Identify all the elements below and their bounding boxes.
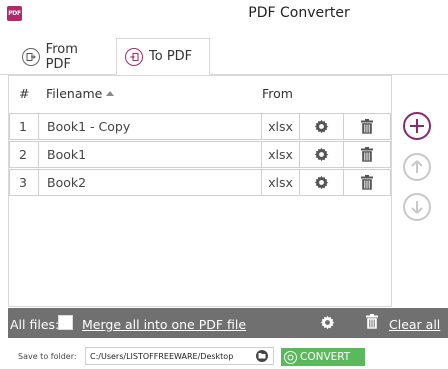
gear-icon bbox=[314, 175, 329, 190]
to-pdf-icon bbox=[125, 47, 143, 66]
all-files-settings-button[interactable] bbox=[320, 315, 335, 334]
merge-all-link[interactable]: Merge all into one PDF file bbox=[82, 317, 246, 332]
convert-icon bbox=[284, 350, 297, 364]
row-filename[interactable]: Book2 bbox=[38, 169, 262, 196]
all-files-label: All files: bbox=[10, 317, 60, 332]
table-row[interactable]: 2 Book1 xlsx bbox=[9, 141, 391, 168]
table-row[interactable]: 1 Book1 - Copy xlsx bbox=[9, 113, 391, 140]
table-row[interactable]: 3 Book2 xlsx bbox=[9, 169, 391, 196]
row-filename[interactable]: Book1 - Copy bbox=[38, 113, 262, 140]
save-folder-path-field[interactable]: C:/Users/LISTOFFREEWARE/Desktop bbox=[85, 347, 274, 365]
trash-icon bbox=[361, 119, 373, 134]
convert-label: CONVERT bbox=[300, 351, 351, 363]
row-delete-button[interactable] bbox=[343, 169, 391, 196]
window-title: PDF Converter bbox=[248, 5, 350, 21]
from-pdf-icon bbox=[22, 48, 40, 66]
row-number: 2 bbox=[9, 141, 39, 168]
row-number: 3 bbox=[9, 169, 39, 196]
save-folder-label: Save to folder: bbox=[18, 352, 77, 361]
arrow-down-icon bbox=[411, 201, 423, 214]
clear-all-trash-button[interactable] bbox=[366, 314, 378, 333]
row-from: xlsx bbox=[261, 169, 300, 196]
column-header-number: # bbox=[19, 86, 30, 101]
tab-to-pdf[interactable]: To PDF bbox=[116, 38, 210, 75]
row-number: 1 bbox=[9, 113, 39, 140]
row-settings-button[interactable] bbox=[299, 169, 344, 196]
move-down-button[interactable] bbox=[403, 193, 431, 221]
column-header-filename[interactable]: Filename bbox=[46, 86, 102, 101]
row-from: xlsx bbox=[261, 141, 300, 168]
tab-to-pdf-label: To PDF bbox=[149, 49, 193, 64]
row-settings-button[interactable] bbox=[299, 113, 344, 140]
clear-all-link[interactable]: Clear all bbox=[389, 317, 440, 332]
row-from: xlsx bbox=[261, 113, 300, 140]
trash-icon bbox=[361, 147, 373, 162]
gear-icon bbox=[320, 315, 335, 330]
move-up-button[interactable] bbox=[403, 153, 431, 181]
browse-folder-button[interactable] bbox=[254, 349, 270, 363]
sort-ascending-icon bbox=[106, 91, 114, 96]
tab-from-pdf[interactable]: From PDF bbox=[14, 40, 114, 74]
row-settings-button[interactable] bbox=[299, 141, 344, 168]
trash-icon bbox=[366, 314, 378, 329]
row-filename[interactable]: Book1 bbox=[38, 141, 262, 168]
add-icon bbox=[410, 119, 424, 133]
all-files-checkbox[interactable] bbox=[58, 315, 73, 330]
trash-icon bbox=[361, 175, 373, 190]
column-header-from[interactable]: From bbox=[262, 86, 293, 101]
convert-button[interactable]: CONVERT bbox=[281, 348, 365, 366]
arrow-up-icon bbox=[411, 160, 423, 173]
add-file-button[interactable] bbox=[403, 112, 431, 140]
row-delete-button[interactable] bbox=[343, 113, 391, 140]
gear-icon bbox=[314, 119, 329, 134]
gear-icon bbox=[314, 147, 329, 162]
folder-icon bbox=[256, 350, 268, 362]
tab-from-pdf-label: From PDF bbox=[45, 42, 78, 72]
row-delete-button[interactable] bbox=[343, 141, 391, 168]
